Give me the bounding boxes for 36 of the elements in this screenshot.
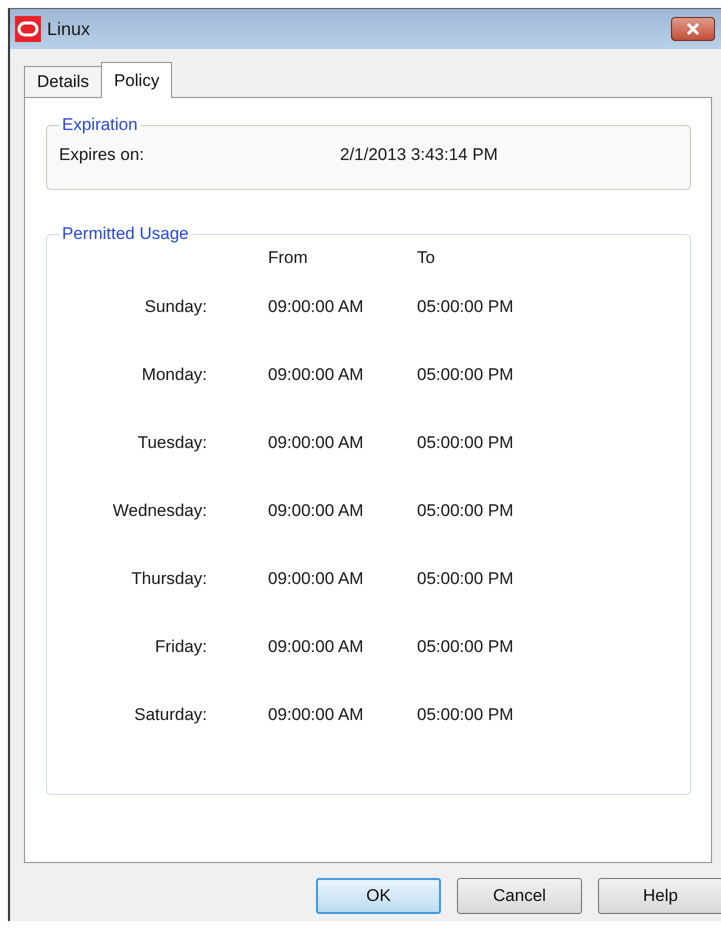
dialog-button[interactable]: Help — [598, 878, 721, 914]
field-label: Expires on: — [59, 145, 146, 165]
time-value: 05:00:00 PM — [416, 501, 514, 522]
day-label: Monday: — [140, 365, 207, 386]
time-value: 09:00:00 AM — [267, 569, 364, 590]
tab[interactable]: Details — [24, 66, 102, 98]
time-value: 09:00:00 AM — [267, 297, 364, 318]
close-icon — [685, 22, 701, 36]
day-label: Friday: — [154, 637, 207, 658]
time-value: 05:00:00 PM — [416, 705, 514, 726]
group-title: Expiration — [61, 115, 139, 135]
dialog-button[interactable]: OK — [316, 878, 441, 914]
time-value: 09:00:00 AM — [267, 637, 364, 658]
time-value: 09:00:00 AM — [267, 433, 364, 454]
logo-icon — [15, 16, 41, 42]
time-value: 09:00:00 AM — [267, 365, 364, 386]
day-label: Tuesday: — [136, 433, 207, 454]
time-value: 05:00:00 PM — [416, 433, 514, 454]
day-label: Sunday: — [144, 297, 207, 318]
dialog-button[interactable]: Cancel — [457, 878, 582, 914]
close-button[interactable] — [671, 17, 715, 41]
day-label: Thursday: — [130, 569, 207, 590]
time-value: 09:00:00 AM — [267, 705, 364, 726]
time-value: 09:00:00 AM — [267, 501, 364, 522]
time-value: 05:00:00 PM — [416, 297, 514, 318]
day-label: Saturday: — [133, 705, 207, 726]
group-title: Permitted Usage — [61, 224, 190, 244]
tab[interactable]: Policy — [100, 62, 172, 98]
time-value: 05:00:00 PM — [416, 637, 514, 658]
column-header: To — [416, 248, 436, 268]
window-title: Linux — [47, 18, 92, 40]
day-label: Wednesday: — [112, 501, 207, 522]
field-value: 2/1/2013 3:43:14 PM — [340, 145, 498, 165]
time-value: 05:00:00 PM — [416, 569, 514, 590]
column-header: From — [267, 248, 309, 268]
time-value: 05:00:00 PM — [416, 365, 514, 386]
